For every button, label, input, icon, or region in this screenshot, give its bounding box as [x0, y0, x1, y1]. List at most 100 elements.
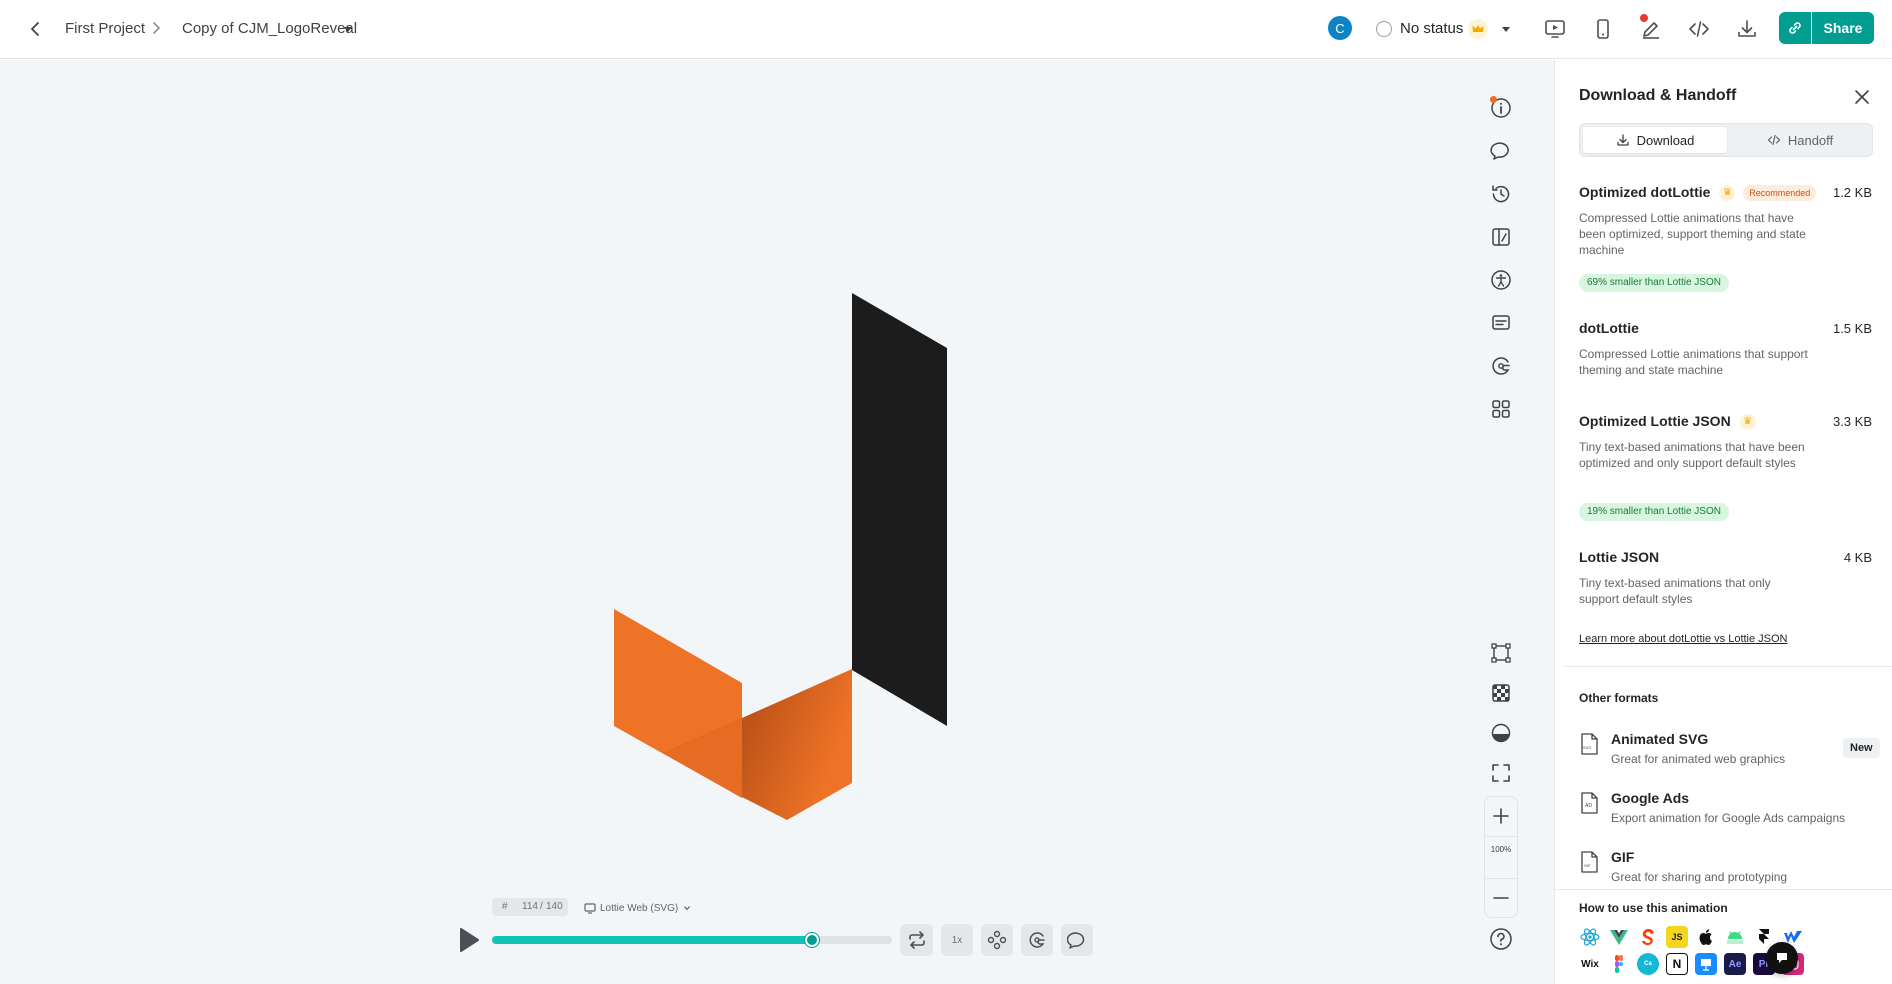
play-button[interactable]: [456, 926, 482, 954]
format-gif[interactable]: GIF GIF Great for sharing and prototypin…: [1579, 849, 1879, 893]
new-badge: New: [1843, 738, 1880, 758]
presentation-icon: [1545, 20, 1565, 38]
info-button[interactable]: [1484, 91, 1518, 125]
loop-button[interactable]: [900, 924, 933, 956]
keynote-icon[interactable]: [1695, 953, 1717, 975]
zoom-in-button[interactable]: [1485, 797, 1517, 835]
frame-current: 114: [522, 901, 538, 912]
layers-edit-icon: [1492, 228, 1510, 246]
help-button[interactable]: [1484, 922, 1518, 956]
other-formats-title: Other formats: [1579, 691, 1659, 705]
close-panel-button[interactable]: [1851, 86, 1873, 108]
comment-button[interactable]: [1061, 924, 1093, 956]
play-icon: [460, 928, 479, 952]
tab-download[interactable]: Download: [1583, 127, 1727, 153]
size-saving-badge: 19% smaller than Lottie JSON: [1579, 503, 1729, 521]
renderer-label: Lottie Web (SVG): [600, 902, 679, 914]
speed-button[interactable]: 1x: [941, 924, 973, 956]
format-description: Export animation for Google Ads campaign…: [1611, 811, 1846, 825]
share-button[interactable]: Share: [1812, 12, 1874, 44]
download-button[interactable]: [1734, 16, 1760, 42]
state-machine-button[interactable]: [981, 924, 1013, 956]
react-icon[interactable]: [1579, 926, 1601, 948]
file-menu-caret-icon[interactable]: [342, 24, 354, 34]
share-link-button[interactable]: [1779, 12, 1811, 44]
comments-button[interactable]: [1484, 134, 1518, 168]
chevron-left-icon: [31, 22, 39, 36]
file-name[interactable]: Copy of CJM_LogoReveal: [182, 20, 357, 37]
zoom-out-button[interactable]: [1485, 879, 1517, 917]
javascript-icon[interactable]: JS: [1666, 926, 1688, 948]
chat-launcher-button[interactable]: [1766, 942, 1798, 974]
back-button[interactable]: [24, 18, 46, 40]
vue-icon[interactable]: [1608, 926, 1630, 948]
close-icon: [1855, 90, 1869, 104]
frame-counter[interactable]: # 114 / 140: [492, 898, 568, 916]
nodes-icon: [987, 930, 1007, 950]
format-description: Tiny text-based animations that have bee…: [1579, 440, 1805, 470]
transparency-button[interactable]: [1484, 676, 1518, 710]
figma-icon[interactable]: [1608, 953, 1630, 975]
background-color-button[interactable]: [1484, 716, 1518, 750]
code-button[interactable]: [1686, 16, 1712, 42]
checkerboard-icon: [1492, 684, 1510, 702]
frame-separator: /: [540, 901, 543, 912]
logo-black-bar: [852, 293, 947, 726]
after-effects-icon[interactable]: Ae: [1724, 953, 1746, 975]
present-button[interactable]: [1542, 16, 1568, 42]
tab-handoff[interactable]: Handoff: [1728, 127, 1872, 153]
zoom-divider: [1485, 836, 1517, 837]
logo-animation-preview: [614, 293, 947, 820]
code-icon: [1767, 134, 1781, 146]
palette-icon: [1029, 932, 1045, 948]
avatar[interactable]: C: [1328, 16, 1352, 40]
layers-button[interactable]: [1484, 220, 1518, 254]
zoom-level[interactable]: 100%: [1485, 845, 1517, 854]
format-description: Tiny text-based animations that only sup…: [1579, 576, 1771, 606]
notion-icon[interactable]: N: [1666, 953, 1688, 975]
timeline-slider[interactable]: [492, 933, 892, 947]
format-animated-svg[interactable]: SVG Animated SVG Great for animated web …: [1579, 731, 1880, 775]
segments-button[interactable]: [1484, 392, 1518, 426]
chevron-down-icon: [684, 906, 691, 911]
format-title: Optimized dotLottie: [1579, 184, 1711, 200]
captions-button[interactable]: [1484, 306, 1518, 340]
svelte-icon[interactable]: [1637, 926, 1659, 948]
grid-icon: [1492, 400, 1510, 418]
mobile-preview-button[interactable]: [1590, 16, 1616, 42]
plus-icon: [1493, 808, 1509, 824]
timeline-handle[interactable]: [805, 933, 819, 947]
android-icon[interactable]: [1724, 926, 1746, 948]
status-selector[interactable]: No status: [1376, 17, 1512, 41]
format-title: Animated SVG: [1611, 731, 1709, 747]
bounding-box-button[interactable]: [1484, 636, 1518, 670]
fullscreen-button[interactable]: [1484, 756, 1518, 790]
learn-more-link[interactable]: Learn more about dotLottie vs Lottie JSO…: [1579, 633, 1788, 645]
accessibility-button[interactable]: [1484, 263, 1518, 297]
history-icon: [1492, 185, 1510, 203]
status-label: No status: [1400, 20, 1464, 37]
edit-button[interactable]: [1638, 14, 1664, 42]
renderer-selector[interactable]: Lottie Web (SVG): [584, 899, 692, 917]
section-divider: [1565, 666, 1892, 667]
format-size: 4 KB: [1843, 550, 1872, 565]
notification-dot: [1640, 14, 1648, 22]
avatar-initial: C: [1335, 20, 1345, 36]
help-icon: [1490, 928, 1512, 950]
breadcrumb-project[interactable]: First Project: [65, 20, 145, 37]
status-caret-icon: [1500, 25, 1512, 35]
history-button[interactable]: [1484, 177, 1518, 211]
file-type-label: GIF: [1584, 863, 1591, 868]
monitor-icon: [584, 903, 596, 914]
format-google-ads[interactable]: AD Google Ads Export animation for Googl…: [1579, 790, 1879, 834]
breadcrumb-separator-icon: [150, 20, 162, 36]
download-icon: [1616, 134, 1629, 146]
how-to-title: How to use this animation: [1579, 901, 1728, 915]
wix-icon[interactable]: Wix: [1579, 953, 1601, 975]
canva-icon[interactable]: Ca: [1637, 953, 1659, 975]
chat-icon: [1777, 953, 1787, 963]
theming-button[interactable]: [1484, 349, 1518, 383]
theme-button[interactable]: [1021, 924, 1053, 956]
apple-icon[interactable]: [1695, 926, 1717, 948]
download-handoff-panel: Download & Handoff Download Handoff Opti…: [1554, 60, 1892, 984]
